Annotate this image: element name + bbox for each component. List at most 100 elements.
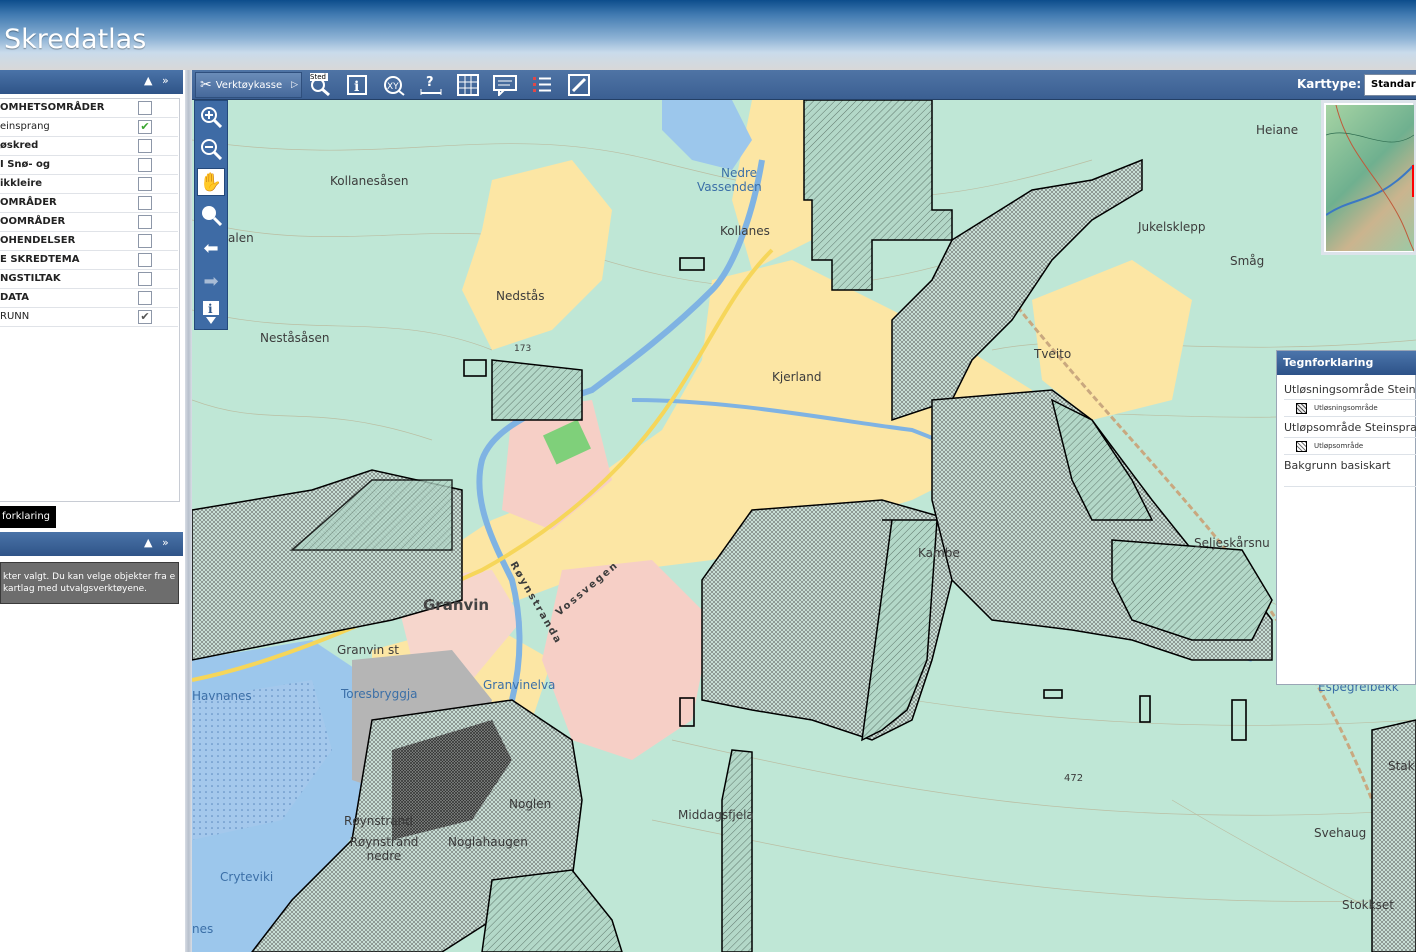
layer-row[interactable]: I Snø- og	[0, 156, 178, 175]
map-label: Kollanes	[720, 224, 770, 238]
residential-area	[542, 560, 712, 760]
legend-scroll-area[interactable]	[1284, 486, 1416, 681]
layer-row[interactable]: RUNN ✔	[0, 308, 178, 327]
map-canvas[interactable]: Kollanesåsen Nedre Vassenden Kollanes Ne…	[192, 100, 1416, 952]
collapse-up-icon[interactable]: ▲	[144, 536, 152, 549]
map-label: Småg	[1230, 254, 1265, 268]
measure-button[interactable]: ?	[417, 72, 445, 98]
map-label: 472	[1064, 773, 1084, 784]
expand-right-icon[interactable]: »	[162, 74, 169, 87]
grid-button[interactable]	[454, 72, 482, 98]
selection-message: kter valgt. Du kan velge objekter fra e …	[0, 562, 179, 604]
app-header: Skredatlas	[0, 0, 1416, 70]
search-place-label: Sted	[310, 73, 326, 81]
collapse-up-icon[interactable]: ▲	[144, 74, 152, 87]
xy-coordinate-icon: XY	[384, 76, 405, 96]
map-label: Middagsfjela	[678, 808, 754, 822]
info-download-icon: i	[203, 301, 219, 324]
map-label: Nedstås	[496, 289, 545, 303]
layer-label: NGSTILTAK	[0, 273, 61, 284]
hand-pan-icon: ✋	[199, 171, 223, 193]
map-label: Noglen	[509, 797, 552, 811]
app-window: Skredatlas ▲ » OMHETSOMRÅDER einsprang ✔ …	[0, 0, 1416, 952]
legend-button[interactable]: forklaring	[0, 506, 56, 528]
layer-label: øskred	[0, 140, 39, 151]
layer-checkbox-checked[interactable]: ✔	[138, 310, 152, 324]
legend-group-title: Utløsningsområde Steins	[1284, 383, 1416, 396]
zoom-out-button[interactable]	[197, 135, 225, 163]
search-place-button[interactable]: Sted	[306, 72, 334, 98]
map-label: Kollanesåsen	[330, 174, 409, 188]
layer-label: ikkleire	[0, 178, 43, 189]
layer-row[interactable]: OHENDELSER	[0, 232, 178, 251]
comment-button[interactable]	[491, 72, 519, 98]
tools-icon: ✂	[200, 77, 212, 93]
map-label: Stokkset	[1342, 898, 1394, 912]
magnifier-icon	[202, 206, 222, 226]
map-label: alen	[228, 231, 254, 245]
svg-text:i: i	[354, 79, 359, 95]
layer-row[interactable]: E SKREDTEMA	[0, 251, 178, 270]
list-button[interactable]	[528, 72, 556, 98]
map-label: Toresbryggja	[341, 687, 418, 701]
layer-checkbox[interactable]	[138, 196, 152, 210]
map-label: Noglahaugen	[448, 835, 528, 849]
map-type-select[interactable]: Standard	[1364, 74, 1416, 96]
layer-checkbox[interactable]	[138, 139, 152, 153]
layer-label: OOMRÅDER	[0, 216, 66, 227]
layer-label: RUNN	[0, 311, 30, 322]
layer-row[interactable]: einsprang ✔	[0, 118, 178, 137]
legend-item: Utløsningsområde	[1284, 399, 1416, 417]
arrow-right-icon: ➡	[203, 270, 219, 292]
map-label: 173	[514, 344, 532, 354]
layer-row[interactable]: ikkleire	[0, 175, 178, 194]
map-label: Jukelsklepp	[1138, 220, 1206, 234]
map-navigation-bar: ✋ ⬅ ➡ i	[194, 100, 228, 330]
draw-button[interactable]	[565, 72, 593, 98]
layer-checkbox[interactable]	[138, 234, 152, 248]
layer-row[interactable]: øskred	[0, 137, 178, 156]
selection-panel-header: ▲ »	[0, 532, 183, 556]
overview-viewport-box[interactable]	[1412, 165, 1414, 197]
expand-right-icon[interactable]: »	[162, 536, 169, 549]
list-icon	[533, 77, 551, 92]
layer-checkbox[interactable]	[138, 158, 152, 172]
back-button[interactable]: ⬅	[197, 234, 225, 262]
identify-button[interactable]: i	[197, 299, 225, 327]
map-label: Svehaug	[1314, 826, 1367, 840]
toolkit-button[interactable]: ✂ Verktøykasse ▷	[195, 72, 302, 98]
layer-row[interactable]: OMRÅDER	[0, 194, 178, 213]
zoom-box-button[interactable]	[197, 201, 225, 229]
layer-list: OMHETSOMRÅDER einsprang ✔ øskred I Snø- o…	[0, 98, 180, 502]
panel-splitter[interactable]	[185, 70, 192, 952]
overview-map[interactable]	[1321, 100, 1416, 255]
pan-button[interactable]: ✋	[197, 168, 225, 196]
layer-checkbox[interactable]	[138, 291, 152, 305]
map-label: Havnanes	[192, 689, 252, 703]
legend-group-title: Bakgrunn basiskart	[1284, 459, 1391, 472]
map-label: Cryteviki	[220, 870, 274, 884]
zoom-in-button[interactable]	[197, 103, 225, 131]
map-label: Røynstrand nedre	[349, 835, 419, 863]
xy-coordinate-button[interactable]: XY	[380, 72, 408, 98]
layer-checkbox[interactable]	[138, 215, 152, 229]
layer-checkbox[interactable]	[138, 101, 152, 115]
layer-row[interactable]: DATA	[0, 289, 178, 308]
layer-row[interactable]: OMHETSOMRÅDER	[0, 99, 178, 118]
layer-checkbox[interactable]	[138, 253, 152, 267]
layer-checkbox[interactable]	[138, 272, 152, 286]
info-button[interactable]: i	[343, 72, 371, 98]
layer-checkbox-checked[interactable]: ✔	[138, 120, 152, 134]
map-label: Kambe	[918, 546, 960, 560]
legend-title: Tegnforklaring	[1277, 351, 1416, 375]
map-label: Nedre Vassenden	[697, 166, 762, 194]
layer-row[interactable]: NGSTILTAK	[0, 270, 178, 289]
layer-checkbox[interactable]	[138, 177, 152, 191]
layer-row[interactable]: OOMRÅDER	[0, 213, 178, 232]
forward-button[interactable]: ➡	[197, 267, 225, 295]
app-title: Skredatlas	[4, 24, 147, 55]
info-icon: i	[347, 75, 367, 95]
grid-icon	[457, 74, 479, 96]
layer-label: I Snø- og	[0, 159, 51, 170]
layers-panel-header: ▲ »	[0, 70, 183, 94]
